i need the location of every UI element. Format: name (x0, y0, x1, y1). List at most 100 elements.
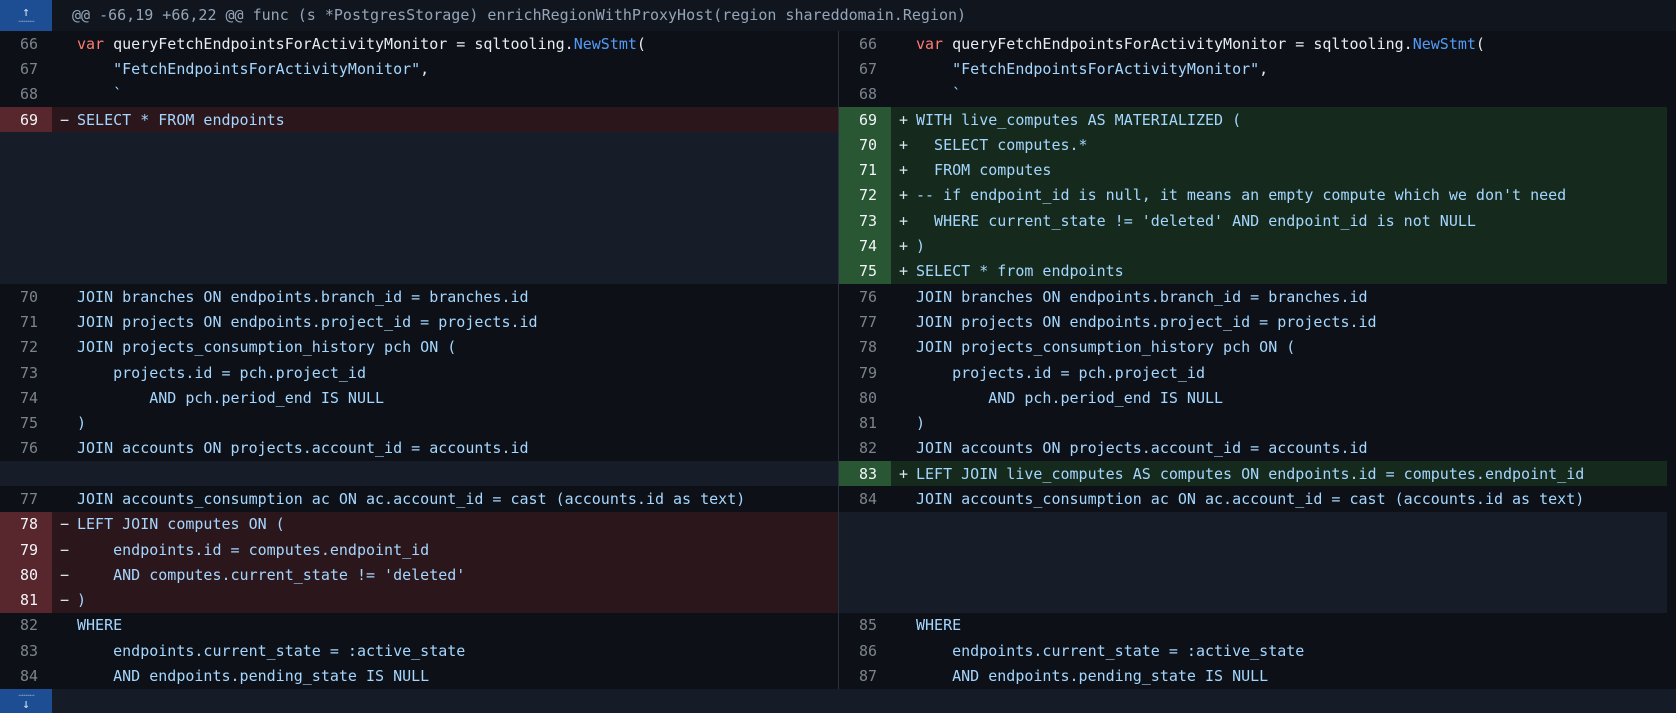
line-number[interactable]: 68 (839, 82, 891, 107)
line-number[interactable]: 74 (0, 385, 52, 410)
code-text: "FetchEndpointsForActivityMonitor", (77, 60, 429, 78)
code-segment: -- if endpoint_id is null, it means an e… (916, 186, 1566, 204)
code-segment: ) (77, 591, 86, 609)
line-number[interactable]: 73 (839, 208, 891, 233)
line-number (0, 233, 52, 258)
line-number[interactable]: 75 (839, 259, 891, 284)
code-text: endpoints.current_state = :active_state (77, 642, 465, 660)
expand-up-button[interactable]: ↑ ┄┄┄┄ (0, 0, 52, 31)
diff-marker: − (52, 111, 77, 129)
code-segment: endpoints.current_state = :active_state (77, 642, 465, 660)
line-number[interactable]: 80 (0, 562, 52, 587)
code-segment: , (420, 60, 429, 78)
split-diff: 66var queryFetchEndpointsForActivityMoni… (0, 31, 1676, 689)
diff-marker: + (891, 161, 916, 179)
diff-row: 72+-- if endpoint_id is null, it means a… (839, 183, 1676, 208)
hunk-header-text: @@ -66,19 +66,22 @@ func (s *PostgresSto… (52, 0, 966, 31)
line-number[interactable]: 67 (0, 56, 52, 81)
line-number[interactable]: 77 (839, 309, 891, 334)
line-number[interactable]: 87 (839, 663, 891, 688)
line-number[interactable]: 66 (839, 31, 891, 56)
line-number[interactable]: 74 (839, 233, 891, 258)
line-number[interactable]: 73 (0, 360, 52, 385)
code-segment: JOIN branches ON endpoints.branch_id = b… (916, 288, 1368, 306)
line-number[interactable]: 84 (839, 486, 891, 511)
line-number[interactable]: 83 (839, 461, 891, 486)
code-text: SELECT * FROM endpoints (77, 111, 285, 129)
line-number[interactable]: 82 (839, 436, 891, 461)
line-number[interactable]: 80 (839, 385, 891, 410)
code-text: ` (77, 85, 122, 103)
expand-down-button[interactable]: ┄┄┄┄ ↓ (0, 689, 52, 713)
diff-row (839, 562, 1676, 587)
diff-row (0, 208, 838, 233)
diff-row: 73 projects.id = pch.project_id (0, 360, 838, 385)
code-segment: endpoints.current_state = :active_state (916, 642, 1304, 660)
line-number[interactable]: 79 (839, 360, 891, 385)
line-number[interactable]: 76 (839, 284, 891, 309)
line-number[interactable]: 70 (839, 132, 891, 157)
diff-row: 76 JOIN branches ON endpoints.branch_id =… (839, 284, 1676, 309)
code-segment: ( (1476, 35, 1485, 53)
line-number[interactable]: 76 (0, 436, 52, 461)
code-segment: JOIN projects ON endpoints.project_id = … (916, 313, 1377, 331)
code-segment: AND pch.period_end IS NULL (77, 389, 384, 407)
line-number[interactable]: 79 (0, 537, 52, 562)
line-number[interactable]: 84 (0, 663, 52, 688)
line-number[interactable]: 66 (0, 31, 52, 56)
line-number[interactable]: 72 (839, 183, 891, 208)
diff-row (0, 132, 838, 157)
line-number[interactable]: 67 (839, 56, 891, 81)
diff-row: 67 "FetchEndpointsForActivityMonitor", (0, 56, 838, 81)
line-number[interactable]: 81 (0, 588, 52, 613)
line-number[interactable]: 78 (839, 335, 891, 360)
code-text: JOIN accounts ON projects.account_id = a… (916, 439, 1368, 457)
diff-row: 82WHERE (0, 613, 838, 638)
diff-row: 80 AND pch.period_end IS NULL (839, 385, 1676, 410)
code-segment: ( (637, 35, 646, 53)
line-number[interactable]: 72 (0, 335, 52, 360)
line-number[interactable]: 86 (839, 638, 891, 663)
diff-row: 73+ WHERE current_state != 'deleted' AND… (839, 208, 1676, 233)
code-segment: AND pch.period_end IS NULL (916, 389, 1223, 407)
line-number (839, 588, 891, 613)
line-number[interactable]: 71 (839, 157, 891, 182)
code-segment: JOIN projects ON endpoints.project_id = … (77, 313, 538, 331)
code-segment: var (916, 35, 952, 53)
diff-row: 69−SELECT * FROM endpoints (0, 107, 838, 132)
line-number[interactable]: 85 (839, 613, 891, 638)
code-segment: FROM computes (916, 161, 1051, 179)
code-segment: endpoints.id = computes.endpoint_id (77, 541, 429, 559)
code-text: endpoints.id = computes.endpoint_id (77, 541, 429, 559)
code-text: SELECT * from endpoints (916, 262, 1124, 280)
code-segment: AND endpoints.pending_state IS NULL (77, 667, 429, 685)
code-segment: LEFT JOIN live_computes AS computes ON e… (916, 465, 1584, 483)
code-segment: JOIN branches ON endpoints.branch_id = b… (77, 288, 529, 306)
line-number[interactable]: 78 (0, 512, 52, 537)
diff-row (839, 537, 1676, 562)
line-number[interactable]: 82 (0, 613, 52, 638)
diff-row: 71+ FROM computes (839, 157, 1676, 182)
line-number[interactable]: 83 (0, 638, 52, 663)
code-segment: ) (916, 237, 925, 255)
line-number[interactable]: 77 (0, 486, 52, 511)
line-number[interactable]: 69 (839, 107, 891, 132)
line-number[interactable]: 71 (0, 309, 52, 334)
line-number (0, 208, 52, 233)
code-segment: JOIN accounts_consumption ac ON ac.accou… (77, 490, 745, 508)
line-number[interactable]: 75 (0, 410, 52, 435)
diff-row: 66var queryFetchEndpointsForActivityMoni… (839, 31, 1676, 56)
line-number (0, 461, 52, 486)
diff-row: 75) (0, 410, 838, 435)
line-number[interactable]: 68 (0, 82, 52, 107)
code-text: JOIN projects_consumption_history pch ON… (916, 338, 1295, 356)
line-number[interactable]: 69 (0, 107, 52, 132)
scrollbar-track[interactable] (1667, 31, 1676, 689)
line-number[interactable]: 70 (0, 284, 52, 309)
code-text: "FetchEndpointsForActivityMonitor", (916, 60, 1268, 78)
expand-up-icon: ↑ (22, 7, 30, 18)
line-number[interactable]: 81 (839, 410, 891, 435)
diff-marker: + (891, 212, 916, 230)
code-segment: ` (916, 85, 961, 103)
split-diff-viewer: ↑ ┄┄┄┄ @@ -66,19 +66,22 @@ func (s *Post… (0, 0, 1676, 713)
